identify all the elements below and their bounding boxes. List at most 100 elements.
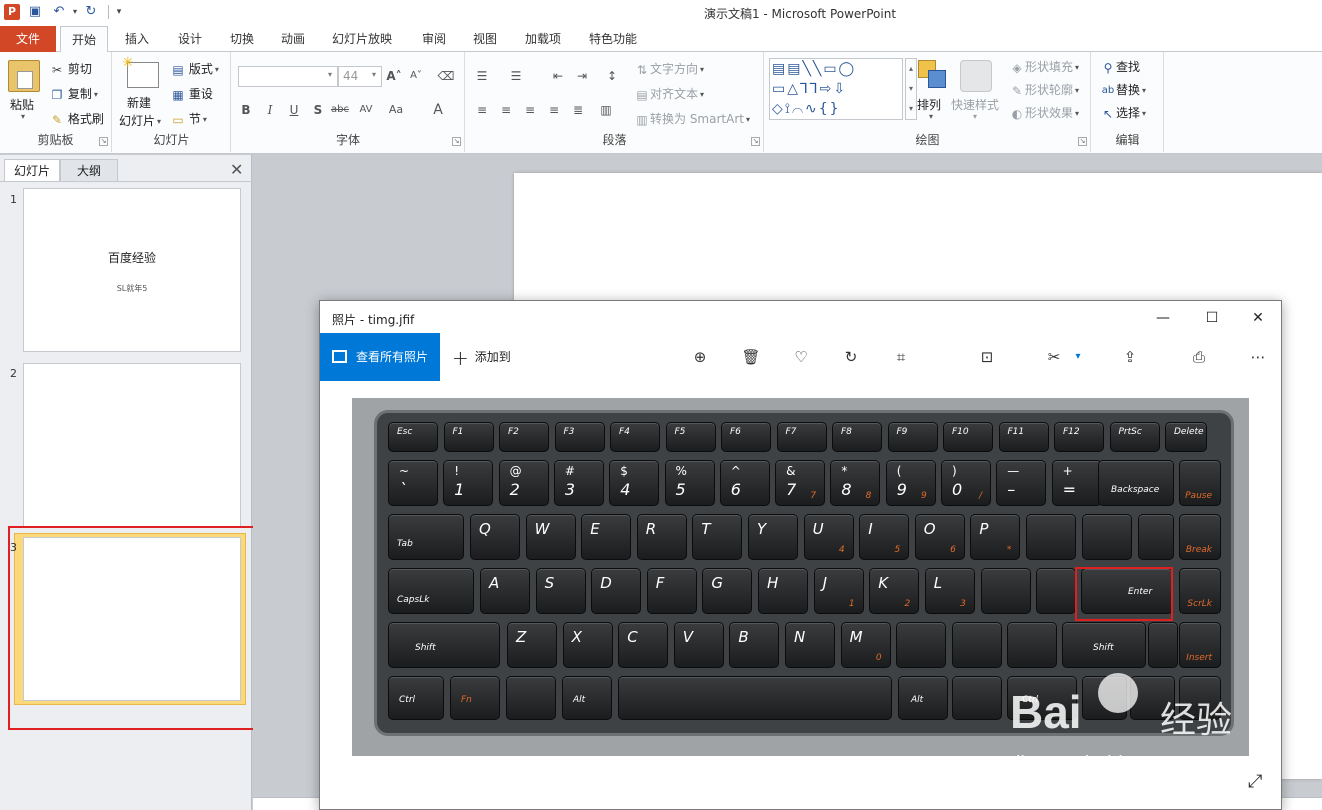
bold-icon[interactable]: B bbox=[236, 100, 256, 120]
paragraph-launcher-icon[interactable]: ↘ bbox=[751, 137, 760, 146]
tab-transitions[interactable]: 切换 bbox=[222, 26, 262, 52]
paste-button[interactable]: 粘贴 ▾ bbox=[4, 54, 44, 124]
close-icon[interactable]: ✕ bbox=[1243, 307, 1273, 329]
replace-button[interactable]: ab 替换 ▾ bbox=[1100, 81, 1146, 98]
new-slide-icon: ✳ bbox=[122, 55, 159, 88]
columns-icon[interactable]: ▥ bbox=[596, 100, 616, 120]
key-label: F11 bbox=[1007, 427, 1025, 437]
paragraph-group: ☰ ☰ ⇤ ⇥ ↕ ⇅ 文字方向 ▾ ▤ 对齐文本 ▾ ▥ 转换为 SmartArt ▾ ≡… bbox=[466, 52, 764, 152]
italic-icon[interactable]: I bbox=[260, 100, 280, 120]
layout-button[interactable]: ▤ 版式 ▾ bbox=[171, 60, 219, 77]
tab-design[interactable]: 设计 bbox=[170, 26, 210, 52]
key-label: Alt bbox=[911, 695, 924, 705]
tab-view[interactable]: 视图 bbox=[465, 26, 505, 52]
close-panel-icon[interactable]: ✕ bbox=[230, 160, 243, 179]
find-button[interactable]: ⚲ 查找 bbox=[1100, 58, 1140, 75]
increase-indent-icon[interactable]: ⇥ bbox=[572, 66, 592, 86]
select-button[interactable]: ↖ 选择 ▾ bbox=[1100, 104, 1146, 121]
zoom-icon[interactable]: ⊕ bbox=[688, 345, 712, 369]
text-direction-button[interactable]: ⇅ 文字方向 ▾ bbox=[634, 60, 704, 77]
edit-dropdown-icon[interactable]: ▾ bbox=[1066, 345, 1090, 369]
paste-icon bbox=[8, 60, 40, 92]
add-to-button[interactable]: + 添加到 bbox=[452, 333, 511, 381]
font-launcher-icon[interactable]: ↘ bbox=[452, 137, 461, 146]
focus-icon[interactable]: ⊡ bbox=[975, 345, 999, 369]
more-icon[interactable]: ⋯ bbox=[1246, 345, 1270, 369]
delete-icon[interactable]: 🗑 bbox=[739, 345, 763, 369]
align-right-icon[interactable]: ≡ bbox=[520, 100, 540, 120]
shapes-gallery[interactable]: ▤▤╲╲▭◯ ▭△⅂⅂⇨⇩ ◇⟟⌒∿{} bbox=[769, 58, 903, 120]
watermark-brand: Bai bbox=[1010, 686, 1082, 738]
justify-icon[interactable]: ≡ bbox=[544, 100, 564, 120]
grow-font-icon[interactable]: A˄ bbox=[384, 66, 404, 86]
key-f12: F12 bbox=[1054, 422, 1104, 452]
key-label: ( bbox=[896, 464, 902, 478]
char-spacing-icon[interactable]: AV bbox=[356, 100, 376, 120]
tab-animations[interactable]: 动画 bbox=[273, 26, 313, 52]
clear-format-icon[interactable]: ⌫ bbox=[436, 66, 456, 86]
tab-addins[interactable]: 加载项 bbox=[517, 26, 569, 52]
binoculars-icon: ⚲ bbox=[1103, 60, 1113, 75]
tab-review[interactable]: 审阅 bbox=[414, 26, 454, 52]
key-label: — bbox=[1007, 464, 1020, 478]
font-size-dropdown-icon[interactable]: ▾ bbox=[372, 70, 376, 79]
slide-thumbnail-2[interactable] bbox=[23, 363, 241, 527]
align-left-icon[interactable]: ≡ bbox=[472, 100, 492, 120]
font-color-icon[interactable]: A bbox=[428, 100, 448, 120]
minimize-icon[interactable]: — bbox=[1148, 307, 1178, 329]
heart-icon[interactable]: ♡ bbox=[789, 345, 813, 369]
crop-icon[interactable]: ⌗ bbox=[889, 345, 913, 369]
smartart-button[interactable]: ▥ 转换为 SmartArt ▾ bbox=[634, 110, 750, 127]
align-text-label: 对齐文本 bbox=[650, 87, 699, 101]
key-label: L bbox=[933, 574, 943, 592]
underline-icon[interactable]: U bbox=[284, 100, 304, 120]
view-all-photos-button[interactable]: 查看所有照片 bbox=[320, 333, 440, 381]
bullets-icon[interactable]: ☰ bbox=[472, 66, 492, 86]
tab-outline[interactable]: 大纲 bbox=[60, 159, 118, 181]
tab-slideshow[interactable]: 幻灯片放映 bbox=[326, 26, 398, 52]
new-slide-button[interactable]: ✳ 新建 幻灯片 ▾ bbox=[117, 54, 169, 128]
print-icon[interactable]: ⎙ bbox=[1187, 345, 1211, 369]
numbering-icon[interactable]: ☰ bbox=[506, 66, 526, 86]
tab-home[interactable]: 开始 bbox=[60, 26, 108, 52]
slide-thumbnail-1[interactable]: 百度经验 SL就年5 bbox=[23, 188, 241, 352]
section-button[interactable]: ▭ 节 ▾ bbox=[171, 110, 207, 127]
format-painter-button[interactable]: ✎ 格式刷 bbox=[50, 110, 104, 127]
tab-special[interactable]: 特色功能 bbox=[581, 26, 645, 52]
drawing-launcher-icon[interactable]: ↘ bbox=[1078, 137, 1087, 146]
shape-outline-button[interactable]: ✎ 形状轮廓 ▾ bbox=[1009, 81, 1079, 98]
reset-button[interactable]: ▦ 重设 bbox=[171, 85, 213, 102]
quick-styles-button[interactable]: 快速样式 ▾ bbox=[951, 54, 1001, 128]
tab-insert[interactable]: 插入 bbox=[117, 26, 157, 52]
line-spacing-icon[interactable]: ↕ bbox=[602, 66, 622, 86]
key-num: & 7 7 bbox=[775, 460, 826, 506]
font-name-input[interactable] bbox=[238, 66, 338, 87]
rotate-icon[interactable]: ↻ bbox=[839, 345, 863, 369]
key-ctrl-left: Ctrl bbox=[388, 676, 444, 720]
shrink-font-icon[interactable]: A˅ bbox=[406, 66, 426, 86]
key-f: F bbox=[646, 568, 697, 614]
arrange-button[interactable]: 排列 ▾ bbox=[913, 54, 953, 128]
decrease-indent-icon[interactable]: ⇤ bbox=[548, 66, 568, 86]
clipboard-launcher-icon[interactable]: ↘ bbox=[99, 137, 108, 146]
key-z: Z bbox=[507, 622, 557, 668]
change-case-icon[interactable]: Aa bbox=[386, 100, 406, 120]
key-label: Y bbox=[757, 520, 767, 538]
shadow-icon[interactable]: S bbox=[308, 100, 328, 120]
font-name-dropdown-icon[interactable]: ▾ bbox=[328, 70, 332, 79]
distributed-icon[interactable]: ≣ bbox=[568, 100, 588, 120]
key-label: 8 bbox=[865, 491, 872, 501]
key-label: Ctrl bbox=[399, 695, 416, 705]
share-icon[interactable]: ⇪ bbox=[1118, 345, 1142, 369]
strikethrough-icon[interactable]: abc bbox=[330, 100, 350, 120]
cut-button[interactable]: ✂ 剪切 bbox=[50, 60, 92, 77]
maximize-icon[interactable]: ☐ bbox=[1197, 307, 1227, 329]
shape-effects-button[interactable]: ◐ 形状效果 ▾ bbox=[1009, 104, 1079, 121]
shape-fill-button[interactable]: ◈ 形状填充 ▾ bbox=[1009, 58, 1079, 75]
edit-tools-icon[interactable]: ✂ bbox=[1042, 345, 1066, 369]
align-text-button[interactable]: ▤ 对齐文本 ▾ bbox=[634, 85, 704, 102]
tab-slides-thumbnails[interactable]: 幻灯片 bbox=[4, 159, 60, 181]
copy-button[interactable]: ❐ 复制 ▾ bbox=[50, 85, 98, 102]
tab-file[interactable]: 文件 bbox=[0, 26, 56, 52]
align-center-icon[interactable]: ≡ bbox=[496, 100, 516, 120]
